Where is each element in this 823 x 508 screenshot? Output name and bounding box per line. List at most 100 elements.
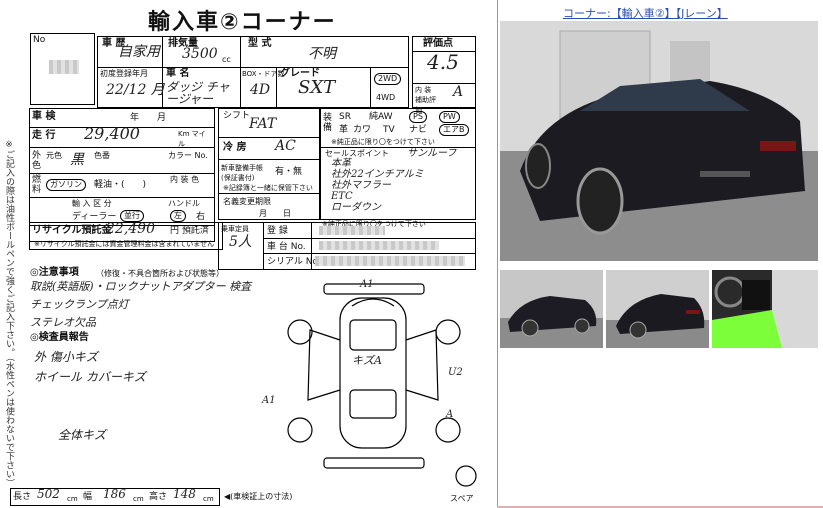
inspector-note-2: ホイール カバーキズ [34, 370, 146, 384]
history-value: 自家用 [118, 44, 160, 60]
car-damage-diagram [287, 283, 477, 487]
spare-label: スペア [450, 494, 474, 503]
redacted-car-no [319, 241, 439, 250]
thumb-front-three-quarter[interactable] [500, 270, 603, 348]
equipment-block: 装備 SR 純AW PS PW 革 カワ TV ナビ エアB ※純正品に限り〇を… [320, 108, 476, 220]
handle-option: 右 [196, 212, 206, 222]
ac-value: AC [275, 138, 296, 154]
no-label: No [33, 35, 46, 45]
front-three-quarter-thumb-icon [500, 270, 603, 348]
drive-2wd: 2WD [374, 73, 402, 85]
recycle-label: リサイクル預託金 [32, 225, 112, 236]
notes-label: ◎注意事項 [30, 267, 79, 278]
equip-pw: PW [439, 111, 460, 123]
color-label: カラー No. [168, 151, 208, 160]
recycle-value: 22,490 [106, 221, 155, 237]
title-strike [130, 11, 342, 33]
serial-label: シリアル No. [267, 257, 321, 267]
note-3: ステレオ欠品 [30, 316, 96, 329]
sales-point-5: ローダウン [331, 202, 381, 213]
name-change-label: 名義変更期限 [223, 197, 271, 206]
thumb-interior[interactable] [712, 270, 818, 348]
recycle-note: ※リサイクル預託金には資金管理料金は含まれていません [34, 240, 215, 248]
redacted-serial [315, 256, 465, 266]
car-no-label: 車 台 No. [267, 242, 306, 252]
dimensions-row: 長さ 502 cm 幅 186 cm 高さ 148 cm [10, 488, 220, 506]
main-car-photo[interactable] [500, 21, 818, 261]
shift-value: FAT [249, 116, 277, 132]
mileage-value: 29,400 [84, 124, 140, 143]
length-label: 長さ [13, 492, 32, 502]
sales-point-1: 本革 [331, 158, 351, 169]
panel-divider [497, 0, 498, 508]
options-block: シフト FAT 冷 房 AC 新車整備手帳 (保証書付) 有・無 ※記録簿と一緒… [218, 108, 320, 220]
mileage-unit: Km マイル [178, 130, 206, 148]
width-label: 幅 [83, 492, 93, 502]
notes-sub: （修復・不具合箇所および状態等） [96, 269, 224, 278]
equip-tv: TV [383, 125, 395, 135]
grade-score-box: 評価点 4.5 内 装 補助評価 A [412, 36, 476, 114]
import-label: 輸 入 区 分 [72, 199, 112, 208]
manual-value: 有・無 [275, 167, 303, 177]
top-info-grid: 車 歴 自家用 排気量 3500 cc 型 式 不明 初度登録年月 22/12 … [97, 36, 409, 108]
note-2: チェックランプ点灯 [30, 298, 129, 311]
height-value: 148 [173, 487, 196, 501]
name-label: 車 名 [166, 68, 190, 79]
equip-airbag: エアB [439, 124, 469, 136]
equip-leather: 革 [339, 125, 349, 135]
color-no-label: 色番 [94, 151, 110, 160]
interior-color-label: 内 装 色 [170, 175, 200, 184]
name-value: ダッジ チャージャー [166, 80, 230, 106]
capacity-value: 5人 [229, 234, 252, 250]
doors-label: BOX・ドア数 [242, 70, 285, 78]
redacted-lot-number [49, 60, 79, 74]
sales-point-4: ETC [331, 191, 353, 202]
redacted-registration [319, 226, 385, 235]
mileage-label: 走 行 [32, 130, 56, 141]
sales-point-3: 社外マフラー [331, 180, 391, 191]
records-note: ※記録簿と一緒に保管下さい [223, 184, 313, 192]
interior-thumb-icon [712, 270, 818, 348]
auction-sheet: 輸入車②コーナー ※ご記入の際は油性ボールペンで強くご記入下さい。（水性ペンは使… [0, 0, 497, 508]
model-value: 不明 [308, 46, 336, 62]
model-label: 型 式 [248, 38, 272, 49]
sales-point-extra: サンルーフ [407, 148, 457, 159]
fuel-value: ガソリン [46, 179, 86, 191]
grade-value: SXT [298, 77, 336, 98]
inspection-ym: 年 月 [130, 113, 167, 123]
first-reg-value: 22/12 月 [106, 82, 165, 98]
grade-score-label: 評価点 [423, 38, 453, 49]
height-label: 高さ [149, 492, 168, 502]
equip-ps: PS [409, 111, 427, 123]
recycle-unit: 円 預託済 [170, 226, 209, 236]
rear-three-quarter-thumb-icon [606, 270, 709, 348]
corner-lane-link[interactable]: コーナー:【輸入車②】【Jレーン】 [563, 5, 728, 21]
doors-value: 4D [250, 82, 271, 98]
sales-point-2: 社外22インチアルミ [331, 169, 424, 180]
diagram-mark-rear: A [446, 409, 454, 420]
fuel-options: 軽油・( ) [94, 180, 147, 190]
diagram-mark-left: A1 [262, 395, 276, 406]
height-unit: cm [203, 495, 214, 503]
diagram-seat-mark: キズA [352, 354, 382, 367]
displacement-value: 3500 [182, 46, 218, 62]
rear-three-quarter-photo-icon [500, 21, 818, 261]
inspector-note-1: 外 傷小キズ [34, 350, 98, 364]
no-box: No [30, 33, 95, 105]
registration-block: 乗車定員 5人 登 録 車 台 No. シリアル No. [218, 222, 476, 270]
handle-value: 左 [170, 210, 186, 222]
handle-label: ハンドル [168, 199, 200, 208]
equip-navi: ナビ [409, 125, 428, 135]
equipment-label: 装備 [323, 113, 333, 133]
diagram-mark-front: A1 [360, 279, 374, 290]
capacity-label: 乗車定員 [221, 225, 249, 233]
thumb-rear-three-quarter[interactable] [606, 270, 709, 348]
name-change-value: 月 日 [259, 209, 291, 218]
manual-label: 新車整備手帳 (保証書付) [221, 164, 263, 182]
equip-kawa: カワ [353, 125, 372, 135]
length-value: 502 [37, 487, 60, 501]
diagram-mark-right: U2 [448, 367, 463, 378]
equip-sr: SR [339, 112, 351, 122]
width-value: 186 [103, 487, 126, 501]
width-unit: cm [133, 495, 144, 503]
